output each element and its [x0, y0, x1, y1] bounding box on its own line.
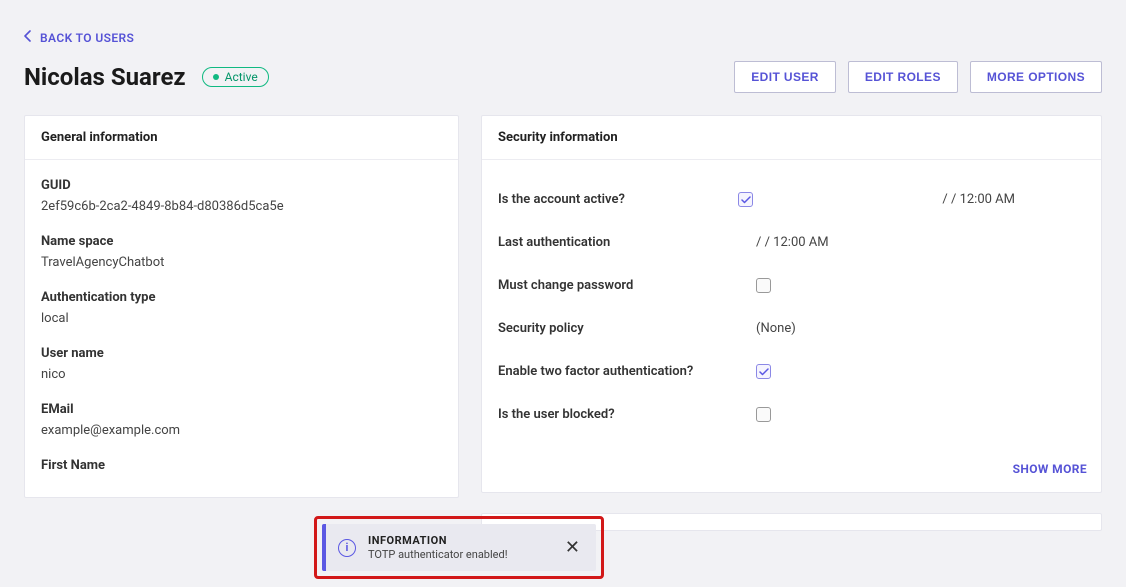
- last-auth-value: / / 12:00 AM: [756, 235, 829, 250]
- security-info-title: Security information: [482, 116, 1101, 160]
- general-info-title: General information: [25, 116, 458, 160]
- guid-label: GUID: [41, 178, 442, 193]
- twofactor-checkbox[interactable]: [756, 364, 771, 379]
- chevron-left-icon: [24, 30, 32, 45]
- back-label: BACK TO USERS: [40, 31, 134, 45]
- policy-label: Security policy: [498, 321, 738, 336]
- guid-value: 2ef59c6b-2ca2-4849-8b84-d80386d5ca5e: [41, 199, 442, 214]
- security-info-panel: Security information Is the account acti…: [481, 115, 1102, 493]
- toast-highlight-box: i INFORMATION TOTP authenticator enabled…: [314, 516, 604, 579]
- username-value: nico: [41, 367, 442, 382]
- page-title: Nicolas Suarez: [24, 63, 186, 91]
- toast-message: TOTP authenticator enabled!: [368, 548, 549, 561]
- show-more-link[interactable]: SHOW MORE: [482, 454, 1101, 492]
- info-icon: i: [338, 539, 356, 557]
- back-to-users-link[interactable]: BACK TO USERS: [24, 30, 134, 45]
- edit-user-button[interactable]: EDIT USER: [734, 61, 836, 93]
- twofactor-label: Enable two factor authentication?: [498, 364, 738, 379]
- email-label: EMail: [41, 402, 442, 417]
- more-options-button[interactable]: MORE OPTIONS: [970, 61, 1102, 93]
- namespace-label: Name space: [41, 234, 442, 249]
- blocked-label: Is the user blocked?: [498, 407, 738, 422]
- account-active-date: / / 12:00 AM: [942, 192, 1085, 207]
- namespace-value: TravelAgencyChatbot: [41, 255, 442, 270]
- must-change-label: Must change password: [498, 278, 738, 293]
- status-badge: Active: [202, 67, 269, 87]
- email-value: example@example.com: [41, 423, 442, 438]
- policy-value: (None): [756, 321, 796, 336]
- last-auth-label: Last authentication: [498, 235, 738, 250]
- general-info-panel: General information GUID 2ef59c6b-2ca2-4…: [24, 115, 459, 498]
- account-active-label: Is the account active?: [498, 192, 738, 207]
- close-icon[interactable]: ✕: [561, 537, 584, 558]
- authtype-label: Authentication type: [41, 290, 442, 305]
- status-label: Active: [225, 70, 258, 84]
- account-active-checkbox[interactable]: [738, 192, 753, 207]
- username-label: User name: [41, 346, 442, 361]
- status-dot-icon: [213, 74, 219, 80]
- must-change-checkbox[interactable]: [756, 278, 771, 293]
- authtype-value: local: [41, 311, 442, 326]
- info-toast: i INFORMATION TOTP authenticator enabled…: [322, 524, 596, 571]
- blocked-checkbox[interactable]: [756, 407, 771, 422]
- edit-roles-button[interactable]: EDIT ROLES: [848, 61, 958, 93]
- firstname-label: First Name: [41, 458, 442, 473]
- toast-title: INFORMATION: [368, 534, 549, 547]
